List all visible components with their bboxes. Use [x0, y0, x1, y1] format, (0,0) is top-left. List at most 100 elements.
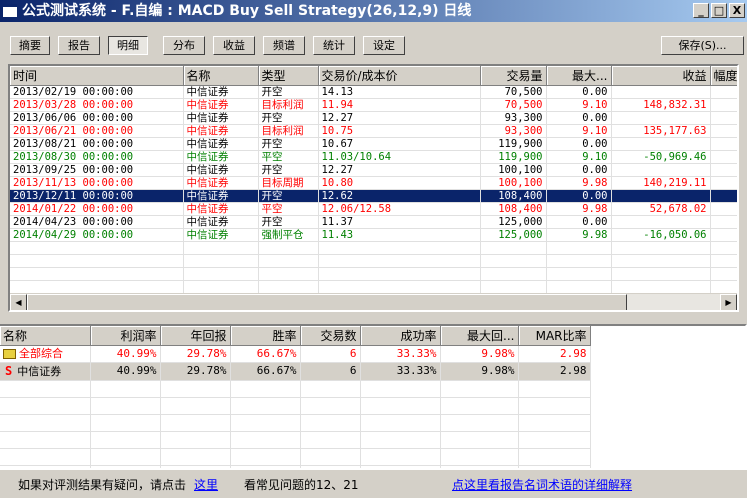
- cell-text: 2013/08/30 00:00:00: [13, 150, 134, 163]
- detail-table: 时间 名称 类型 交易价/成本价 交易量 最大... 收益 幅度 2013/02/19 00:0…: [10, 66, 737, 294]
- cell-text: 148,832.31: [643, 98, 707, 111]
- table-cell: [710, 189, 737, 203]
- tab-4[interactable]: 收益: [213, 36, 255, 55]
- empty-row: [0, 431, 591, 449]
- table-cell: 10.67: [318, 137, 481, 151]
- table-cell: 11.03/10.64: [318, 150, 481, 164]
- column-header[interactable]: 胜率: [230, 326, 301, 346]
- column-header[interactable]: 成功率: [360, 326, 441, 346]
- cell-text: 10.80: [321, 176, 354, 189]
- table-cell: 开空: [258, 85, 319, 99]
- empty-row: [0, 397, 591, 415]
- detail-panel: 时间 名称 类型 交易价/成本价 交易量 最大... 收益 幅度 2013/02/19 00:0…: [8, 64, 739, 312]
- table-row[interactable]: 2014/01/22 00:00:00 中信证券 平空 12.06/12.58 108,…: [10, 202, 737, 216]
- table-cell: 2013/11/13 00:00:00: [10, 176, 184, 190]
- column-header[interactable]: 名称: [183, 66, 259, 86]
- table-row[interactable]: 2013/03/28 00:00:00 中信证券 目标利润 11.94 70,500 9.…: [10, 98, 737, 112]
- cell-text: 中信证券: [186, 98, 229, 111]
- cell-text: 2013/06/21 00:00:00: [13, 124, 134, 137]
- close-button[interactable]: X: [729, 3, 745, 18]
- tab-2[interactable]: 明细: [108, 36, 148, 55]
- column-header[interactable]: 时间: [10, 66, 184, 86]
- column-header[interactable]: 收益: [611, 66, 711, 86]
- table-cell: 目标周期: [258, 176, 319, 190]
- column-header[interactable]: MAR比率: [518, 326, 591, 346]
- table-cell: 0.00: [546, 215, 612, 229]
- column-header[interactable]: 利润率: [90, 326, 161, 346]
- table-cell: 2013/06/06 00:00:00: [10, 111, 184, 125]
- cell-text: 119,900: [498, 150, 543, 163]
- tab-3[interactable]: 分布: [163, 36, 205, 55]
- column-header[interactable]: 名称: [0, 326, 91, 346]
- tab-5[interactable]: 频谱: [263, 36, 305, 55]
- table-row[interactable]: 2013/11/13 00:00:00 中信证券 目标周期 10.80 100,100 9…: [10, 176, 737, 190]
- table-cell: [710, 150, 737, 164]
- column-header[interactable]: 年回报: [160, 326, 231, 346]
- cell-text: 开空: [261, 111, 283, 124]
- table-cell: 2014/04/23 00:00:00: [10, 215, 184, 229]
- cell-text: 125,000: [498, 228, 543, 241]
- column-header[interactable]: 幅度: [710, 66, 737, 86]
- cell-text: 开空: [261, 137, 283, 150]
- tab-0[interactable]: 摘要: [10, 36, 50, 55]
- table-cell: 0.00: [546, 85, 612, 99]
- table-cell: 2013/06/21 00:00:00: [10, 124, 184, 138]
- faq-link[interactable]: 这里: [194, 472, 218, 498]
- table-row[interactable]: 2013/06/21 00:00:00 中信证券 目标利润 10.75 93,300 9.…: [10, 124, 737, 138]
- glossary-link[interactable]: 点这里看报告名词术语的详细解释: [452, 472, 632, 498]
- cell-text: 29.78%: [186, 364, 227, 377]
- table-cell: 中信证券: [183, 176, 259, 190]
- table-cell: 开空: [258, 137, 319, 151]
- horizontal-scrollbar[interactable]: ◀ ▶: [10, 293, 737, 310]
- table-cell: 100,100: [480, 176, 547, 190]
- cell-text: 2013/02/19 00:00:00: [13, 85, 134, 98]
- table-row[interactable]: 2013/12/11 00:00:00 中信证券 开空 12.62 108,400 0.0…: [10, 189, 737, 203]
- table-row[interactable]: 2014/04/29 00:00:00 中信证券 强制平仓 11.43 125,000 9…: [10, 228, 737, 242]
- column-header[interactable]: 最大...: [546, 66, 612, 86]
- table-row[interactable]: 2013/08/30 00:00:00 中信证券 平空 11.03/10.64 119,…: [10, 150, 737, 164]
- empty-row: [0, 380, 591, 398]
- minimize-button[interactable]: _: [693, 3, 709, 18]
- cell-text: 中信证券: [186, 228, 229, 241]
- cell-text: 11.94: [321, 98, 354, 111]
- table-cell: 2013/12/11 00:00:00: [10, 189, 184, 203]
- table-cell: 9.98: [546, 228, 612, 242]
- column-header[interactable]: 交易数: [300, 326, 361, 346]
- column-header[interactable]: 类型: [258, 66, 319, 86]
- table-cell: 0.00: [546, 163, 612, 177]
- cell-text: 14.13: [321, 85, 354, 98]
- column-header[interactable]: 交易价/成本价: [318, 66, 481, 86]
- cell-text: 12.62: [321, 189, 354, 202]
- cell-text: 135,177.63: [643, 124, 707, 137]
- scroll-thumb[interactable]: [27, 294, 627, 310]
- scroll-right-icon[interactable]: ▶: [720, 294, 737, 310]
- cell-text: 66.67%: [256, 364, 297, 377]
- table-row[interactable]: 2013/08/21 00:00:00 中信证券 开空 10.67 119,900 0.0…: [10, 137, 737, 151]
- table-row[interactable]: 2013/09/25 00:00:00 中信证券 开空 12.27 100,100 0.0…: [10, 163, 737, 177]
- table-row[interactable]: 2014/04/23 00:00:00 中信证券 开空 11.37 125,000 0.0…: [10, 215, 737, 229]
- table-cell: 0.00: [546, 137, 612, 151]
- empty-row: [0, 414, 591, 432]
- scroll-left-icon[interactable]: ◀: [10, 294, 27, 310]
- cell-text: 2014/04/23 00:00:00: [13, 215, 134, 228]
- table-cell: 119,900: [480, 150, 547, 164]
- table-cell: 9.98: [546, 202, 612, 216]
- tab-1[interactable]: 报告: [58, 36, 100, 55]
- table-cell: 强制平仓: [258, 228, 319, 242]
- maximize-button[interactable]: □: [711, 3, 727, 18]
- cell-text: 2013/06/06 00:00:00: [13, 111, 134, 124]
- table-row[interactable]: 2013/06/06 00:00:00 中信证券 开空 12.27 93,300 0.00: [10, 111, 737, 125]
- tab-6[interactable]: 统计: [313, 36, 355, 55]
- table-cell: 33.33%: [360, 345, 441, 363]
- table-row[interactable]: 全部综合 40.99% 29.78% 66.67% 6 33.33% 9.98% 2.98: [0, 345, 591, 363]
- tab-7[interactable]: 设定: [363, 36, 405, 55]
- table-cell: 9.10: [546, 124, 612, 138]
- table-row[interactable]: S 中信证券 40.99% 29.78% 66.67% 6 33.33% 9.98% 2.98: [0, 362, 591, 381]
- table-cell: [611, 215, 711, 229]
- column-header[interactable]: 最大回...: [440, 326, 519, 346]
- cell-text: 29.78%: [186, 346, 227, 360]
- table-row[interactable]: 2013/02/19 00:00:00 中信证券 开空 14.13 70,500 0.00: [10, 85, 737, 99]
- save-button[interactable]: 保存(S)...: [661, 36, 744, 55]
- table-cell: 2013/03/28 00:00:00: [10, 98, 184, 112]
- column-header[interactable]: 交易量: [480, 66, 547, 86]
